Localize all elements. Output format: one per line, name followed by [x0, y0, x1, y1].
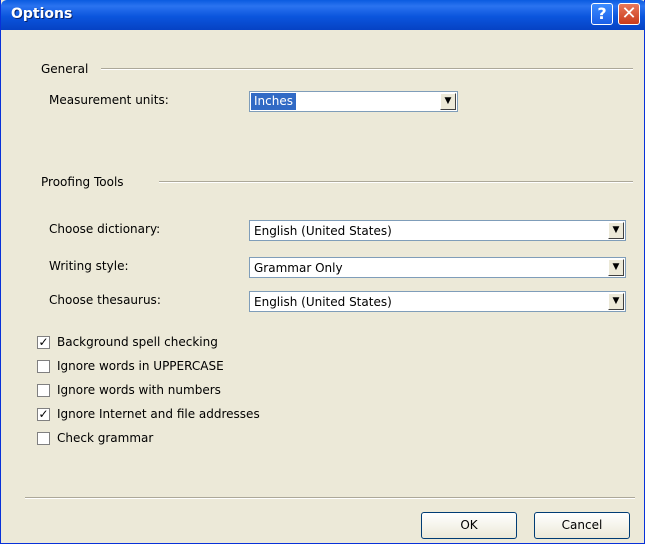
- checkbox-label: Ignore words with numbers: [57, 383, 221, 397]
- window-title: Options: [11, 6, 73, 22]
- checkbox-label: Ignore Internet and file addresses: [57, 407, 260, 421]
- help-button[interactable]: ?: [591, 3, 613, 25]
- title-bar[interactable]: Options ? ✕: [1, 0, 645, 30]
- options-dialog: Options ? ✕ General Measurement units: I…: [0, 0, 645, 544]
- chevron-down-icon[interactable]: ▼: [608, 222, 624, 239]
- ok-button[interactable]: OK: [421, 512, 517, 539]
- dictionary-dropdown[interactable]: English (United States) ▼: [249, 220, 626, 241]
- thesaurus-value: English (United States): [254, 295, 392, 309]
- checkbox-unchecked[interactable]: [37, 432, 50, 445]
- writing-style-label: Writing style:: [49, 259, 129, 273]
- checkbox-label: Ignore words in UPPERCASE: [57, 359, 224, 373]
- checkbox-label: Check grammar: [57, 431, 154, 445]
- chevron-down-icon[interactable]: ▼: [608, 293, 624, 310]
- checkbox-checked[interactable]: ✓: [37, 336, 50, 349]
- measurement-units-value: Inches: [251, 93, 296, 110]
- checkbox-unchecked[interactable]: [37, 384, 50, 397]
- writing-style-value: Grammar Only: [254, 261, 343, 275]
- thesaurus-dropdown[interactable]: English (United States) ▼: [249, 291, 626, 312]
- proofing-tools-heading: Proofing Tools: [41, 175, 124, 189]
- thesaurus-label: Choose thesaurus:: [49, 293, 161, 307]
- close-icon: ✕: [621, 3, 637, 24]
- proofing-divider: [159, 181, 633, 183]
- general-heading: General: [41, 62, 89, 76]
- measurement-units-dropdown[interactable]: Inches ▼: [249, 91, 458, 112]
- dictionary-label: Choose dictionary:: [49, 222, 161, 236]
- button-divider: [25, 497, 635, 499]
- close-button[interactable]: ✕: [618, 3, 640, 25]
- chevron-down-icon[interactable]: ▼: [440, 93, 456, 110]
- checkbox-checked[interactable]: ✓: [37, 408, 50, 421]
- chevron-down-icon[interactable]: ▼: [608, 259, 624, 276]
- dictionary-value: English (United States): [254, 224, 392, 238]
- writing-style-dropdown[interactable]: Grammar Only ▼: [249, 257, 626, 278]
- help-icon: ?: [597, 4, 607, 23]
- checkbox-unchecked[interactable]: [37, 360, 50, 373]
- checkbox-label: Background spell checking: [57, 335, 218, 349]
- measurement-units-label: Measurement units:: [49, 93, 169, 107]
- cancel-button[interactable]: Cancel: [534, 512, 630, 539]
- general-divider: [101, 68, 633, 70]
